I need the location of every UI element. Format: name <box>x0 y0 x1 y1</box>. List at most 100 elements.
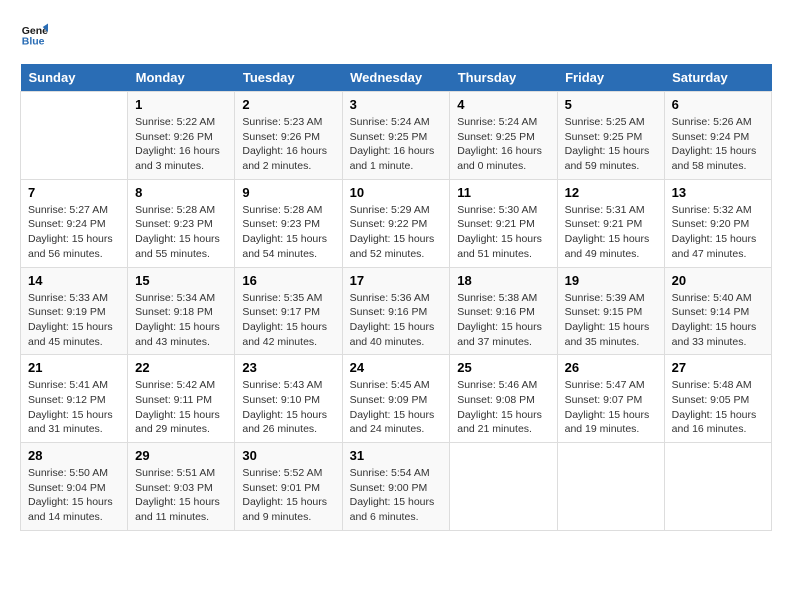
day-info: Sunrise: 5:38 AM Sunset: 9:16 PM Dayligh… <box>457 291 549 350</box>
day-info: Sunrise: 5:30 AM Sunset: 9:21 PM Dayligh… <box>457 203 549 262</box>
day-info: Sunrise: 5:28 AM Sunset: 9:23 PM Dayligh… <box>135 203 227 262</box>
day-cell: 18 Sunrise: 5:38 AM Sunset: 9:16 PM Dayli… <box>450 267 557 355</box>
day-number: 6 <box>672 97 764 112</box>
day-info: Sunrise: 5:31 AM Sunset: 9:21 PM Dayligh… <box>565 203 657 262</box>
week-row-2: 7 Sunrise: 5:27 AM Sunset: 9:24 PM Daylig… <box>21 179 772 267</box>
day-number: 1 <box>135 97 227 112</box>
day-cell: 29 Sunrise: 5:51 AM Sunset: 9:03 PM Dayli… <box>128 443 235 531</box>
day-number: 5 <box>565 97 657 112</box>
day-cell: 11 Sunrise: 5:30 AM Sunset: 9:21 PM Dayli… <box>450 179 557 267</box>
day-cell: 14 Sunrise: 5:33 AM Sunset: 9:19 PM Dayli… <box>21 267 128 355</box>
day-info: Sunrise: 5:34 AM Sunset: 9:18 PM Dayligh… <box>135 291 227 350</box>
day-number: 12 <box>565 185 657 200</box>
week-row-5: 28 Sunrise: 5:50 AM Sunset: 9:04 PM Dayli… <box>21 443 772 531</box>
day-number: 20 <box>672 273 764 288</box>
week-row-3: 14 Sunrise: 5:33 AM Sunset: 9:19 PM Dayli… <box>21 267 772 355</box>
day-info: Sunrise: 5:48 AM Sunset: 9:05 PM Dayligh… <box>672 378 764 437</box>
day-number: 23 <box>242 360 334 375</box>
day-cell: 2 Sunrise: 5:23 AM Sunset: 9:26 PM Daylig… <box>235 92 342 180</box>
day-number: 10 <box>350 185 443 200</box>
day-cell: 21Sunrise: 5:41 AM Sunset: 9:12 PM Dayli… <box>21 355 128 443</box>
day-info: Sunrise: 5:50 AM Sunset: 9:04 PM Dayligh… <box>28 466 120 525</box>
day-info: Sunrise: 5:33 AM Sunset: 9:19 PM Dayligh… <box>28 291 120 350</box>
day-number: 18 <box>457 273 549 288</box>
day-info: Sunrise: 5:52 AM Sunset: 9:01 PM Dayligh… <box>242 466 334 525</box>
day-info: Sunrise: 5:26 AM Sunset: 9:24 PM Dayligh… <box>672 115 764 174</box>
day-cell <box>450 443 557 531</box>
day-cell: 8Sunrise: 5:28 AM Sunset: 9:23 PM Daylig… <box>128 179 235 267</box>
day-cell: 20 Sunrise: 5:40 AM Sunset: 9:14 PM Dayli… <box>664 267 771 355</box>
header-row: SundayMondayTuesdayWednesdayThursdayFrid… <box>21 64 772 92</box>
day-cell: 26Sunrise: 5:47 AM Sunset: 9:07 PM Dayli… <box>557 355 664 443</box>
day-cell: 5 Sunrise: 5:25 AM Sunset: 9:25 PM Daylig… <box>557 92 664 180</box>
day-cell: 7 Sunrise: 5:27 AM Sunset: 9:24 PM Daylig… <box>21 179 128 267</box>
day-number: 15 <box>135 273 227 288</box>
day-info: Sunrise: 5:40 AM Sunset: 9:14 PM Dayligh… <box>672 291 764 350</box>
day-cell: 24 Sunrise: 5:45 AM Sunset: 9:09 PM Dayli… <box>342 355 450 443</box>
day-number: 28 <box>28 448 120 463</box>
col-header-monday: Monday <box>128 64 235 92</box>
day-info: Sunrise: 5:32 AM Sunset: 9:20 PM Dayligh… <box>672 203 764 262</box>
col-header-thursday: Thursday <box>450 64 557 92</box>
day-number: 31 <box>350 448 443 463</box>
day-number: 27 <box>672 360 764 375</box>
day-cell: 10 Sunrise: 5:29 AM Sunset: 9:22 PM Dayli… <box>342 179 450 267</box>
day-cell: 19 Sunrise: 5:39 AM Sunset: 9:15 PM Dayli… <box>557 267 664 355</box>
day-cell: 23 Sunrise: 5:43 AM Sunset: 9:10 PM Dayli… <box>235 355 342 443</box>
day-info: Sunrise: 5:45 AM Sunset: 9:09 PM Dayligh… <box>350 378 443 437</box>
day-info: Sunrise: 5:41 AM Sunset: 9:12 PM Dayligh… <box>28 378 120 437</box>
day-info: Sunrise: 5:39 AM Sunset: 9:15 PM Dayligh… <box>565 291 657 350</box>
day-number: 11 <box>457 185 549 200</box>
day-cell: 15 Sunrise: 5:34 AM Sunset: 9:18 PM Dayli… <box>128 267 235 355</box>
day-info: Sunrise: 5:35 AM Sunset: 9:17 PM Dayligh… <box>242 291 334 350</box>
day-number: 17 <box>350 273 443 288</box>
day-cell: 27 Sunrise: 5:48 AM Sunset: 9:05 PM Dayli… <box>664 355 771 443</box>
day-info: Sunrise: 5:46 AM Sunset: 9:08 PM Dayligh… <box>457 378 549 437</box>
col-header-sunday: Sunday <box>21 64 128 92</box>
day-info: Sunrise: 5:54 AM Sunset: 9:00 PM Dayligh… <box>350 466 443 525</box>
col-header-wednesday: Wednesday <box>342 64 450 92</box>
calendar-table: SundayMondayTuesdayWednesdayThursdayFrid… <box>20 64 772 531</box>
day-info: Sunrise: 5:28 AM Sunset: 9:23 PM Dayligh… <box>242 203 334 262</box>
day-cell: 4Sunrise: 5:24 AM Sunset: 9:25 PM Daylig… <box>450 92 557 180</box>
logo-icon: General Blue <box>20 20 48 48</box>
day-cell: 16Sunrise: 5:35 AM Sunset: 9:17 PM Dayli… <box>235 267 342 355</box>
day-number: 7 <box>28 185 120 200</box>
day-cell: 1 Sunrise: 5:22 AM Sunset: 9:26 PM Daylig… <box>128 92 235 180</box>
day-cell <box>557 443 664 531</box>
day-cell: 9 Sunrise: 5:28 AM Sunset: 9:23 PM Daylig… <box>235 179 342 267</box>
day-number: 29 <box>135 448 227 463</box>
day-number: 19 <box>565 273 657 288</box>
day-cell: 22 Sunrise: 5:42 AM Sunset: 9:11 PM Dayli… <box>128 355 235 443</box>
day-number: 22 <box>135 360 227 375</box>
day-cell: 17Sunrise: 5:36 AM Sunset: 9:16 PM Dayli… <box>342 267 450 355</box>
col-header-tuesday: Tuesday <box>235 64 342 92</box>
day-number: 26 <box>565 360 657 375</box>
day-cell <box>21 92 128 180</box>
day-number: 24 <box>350 360 443 375</box>
day-number: 9 <box>242 185 334 200</box>
day-cell: 28 Sunrise: 5:50 AM Sunset: 9:04 PM Dayli… <box>21 443 128 531</box>
day-number: 13 <box>672 185 764 200</box>
day-cell: 12 Sunrise: 5:31 AM Sunset: 9:21 PM Dayli… <box>557 179 664 267</box>
day-number: 3 <box>350 97 443 112</box>
day-info: Sunrise: 5:42 AM Sunset: 9:11 PM Dayligh… <box>135 378 227 437</box>
day-number: 14 <box>28 273 120 288</box>
day-number: 2 <box>242 97 334 112</box>
day-info: Sunrise: 5:43 AM Sunset: 9:10 PM Dayligh… <box>242 378 334 437</box>
col-header-saturday: Saturday <box>664 64 771 92</box>
week-row-4: 21Sunrise: 5:41 AM Sunset: 9:12 PM Dayli… <box>21 355 772 443</box>
day-info: Sunrise: 5:51 AM Sunset: 9:03 PM Dayligh… <box>135 466 227 525</box>
page-header: General Blue <box>20 20 772 48</box>
day-info: Sunrise: 5:22 AM Sunset: 9:26 PM Dayligh… <box>135 115 227 174</box>
day-number: 25 <box>457 360 549 375</box>
week-row-1: 1 Sunrise: 5:22 AM Sunset: 9:26 PM Daylig… <box>21 92 772 180</box>
day-cell: 3Sunrise: 5:24 AM Sunset: 9:25 PM Daylig… <box>342 92 450 180</box>
day-info: Sunrise: 5:25 AM Sunset: 9:25 PM Dayligh… <box>565 115 657 174</box>
day-info: Sunrise: 5:29 AM Sunset: 9:22 PM Dayligh… <box>350 203 443 262</box>
day-cell: 6 Sunrise: 5:26 AM Sunset: 9:24 PM Daylig… <box>664 92 771 180</box>
day-cell: 25 Sunrise: 5:46 AM Sunset: 9:08 PM Dayli… <box>450 355 557 443</box>
day-info: Sunrise: 5:24 AM Sunset: 9:25 PM Dayligh… <box>457 115 549 174</box>
day-info: Sunrise: 5:23 AM Sunset: 9:26 PM Dayligh… <box>242 115 334 174</box>
day-info: Sunrise: 5:27 AM Sunset: 9:24 PM Dayligh… <box>28 203 120 262</box>
